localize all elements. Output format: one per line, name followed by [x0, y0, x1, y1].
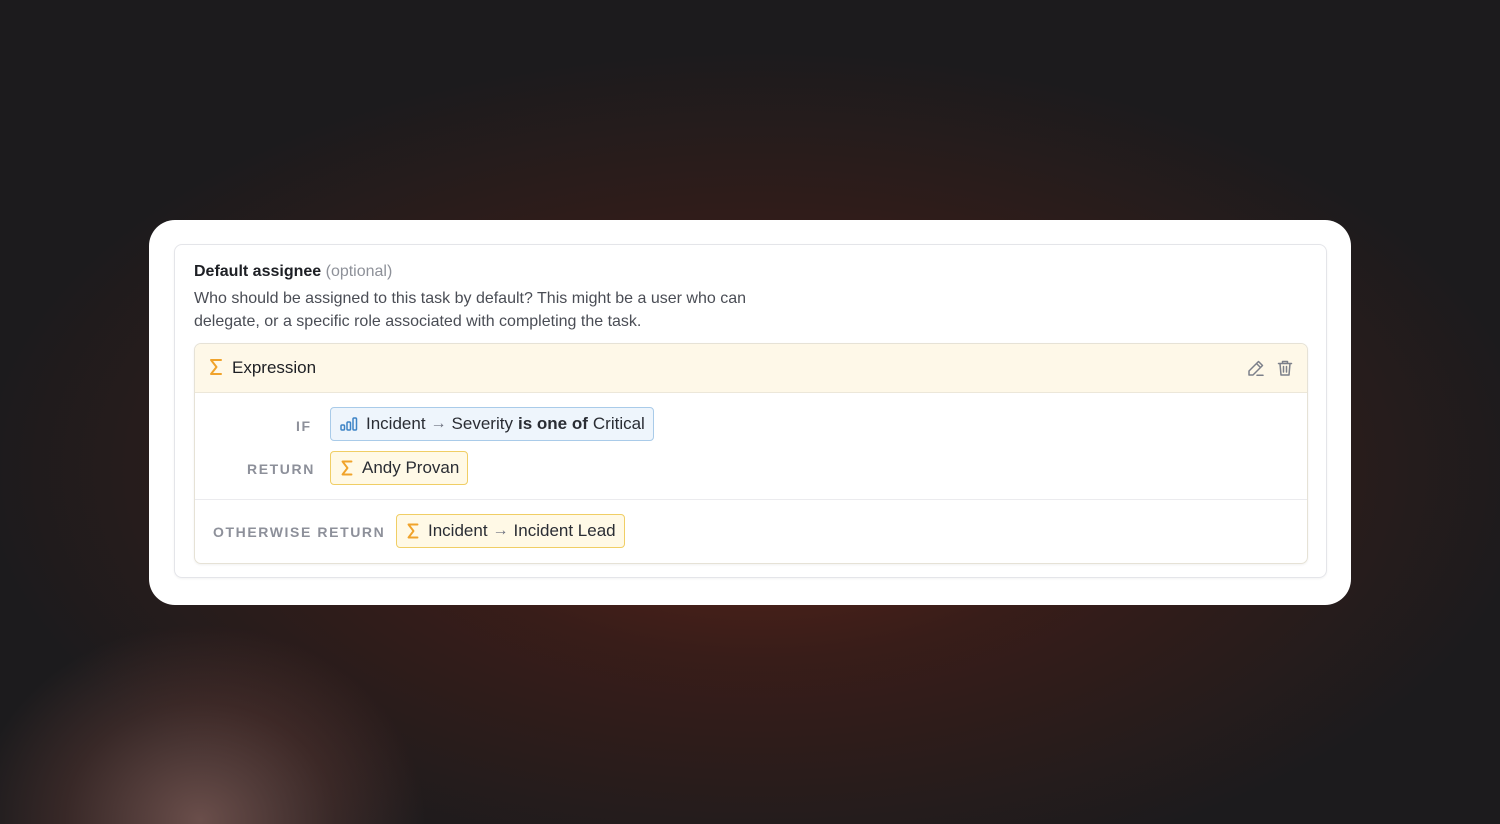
pencil-icon[interactable] — [1247, 359, 1265, 382]
if-keyword: IF — [296, 418, 312, 434]
condition-value: Critical — [592, 414, 645, 433]
arrow-right-icon: → — [492, 522, 509, 539]
sigma-icon — [340, 459, 354, 477]
field-description: Who should be assigned to this task by d… — [194, 290, 747, 330]
otherwise-pill[interactable]: Incident → Incident Lead — [396, 514, 625, 548]
condition-subject: Incident — [366, 414, 426, 433]
return-keyword: RETURN — [247, 461, 315, 477]
otherwise-field: Incident Lead — [513, 521, 616, 540]
if-return-section: IF Incident → Severity is one of Critica… — [195, 393, 1307, 500]
otherwise-section: OTHERWISE RETURN Incident → Incident Lea… — [195, 500, 1307, 563]
sigma-icon — [208, 357, 224, 382]
default-assignee-field: Default assignee (optional) Who should b… — [174, 244, 1327, 578]
expression-label: Expression — [232, 358, 317, 377]
expression-header[interactable]: Expression — [195, 344, 1307, 393]
condition-pill[interactable]: Incident → Severity is one of Critical — [330, 407, 654, 441]
sigma-icon — [406, 522, 420, 540]
arrow-right-icon: → — [430, 415, 447, 432]
trash-icon[interactable] — [1276, 359, 1294, 382]
expression-block[interactable]: Expression IF Incident → Severity is one… — [194, 343, 1308, 564]
condition-field: Severity — [451, 414, 513, 433]
return-value: Andy Provan — [362, 458, 460, 477]
bar-chart-icon — [340, 416, 358, 432]
field-title: Default assignee — [194, 263, 322, 280]
otherwise-keyword: OTHERWISE RETURN — [213, 524, 386, 540]
condition-operator: is one of — [517, 414, 588, 433]
assignee-card: Default assignee (optional) Who should b… — [149, 220, 1351, 605]
otherwise-subject: Incident — [428, 521, 488, 540]
return-pill[interactable]: Andy Provan — [330, 451, 469, 485]
optional-label: (optional) — [325, 263, 393, 280]
field-title-row: Default assignee (optional) — [194, 262, 392, 282]
